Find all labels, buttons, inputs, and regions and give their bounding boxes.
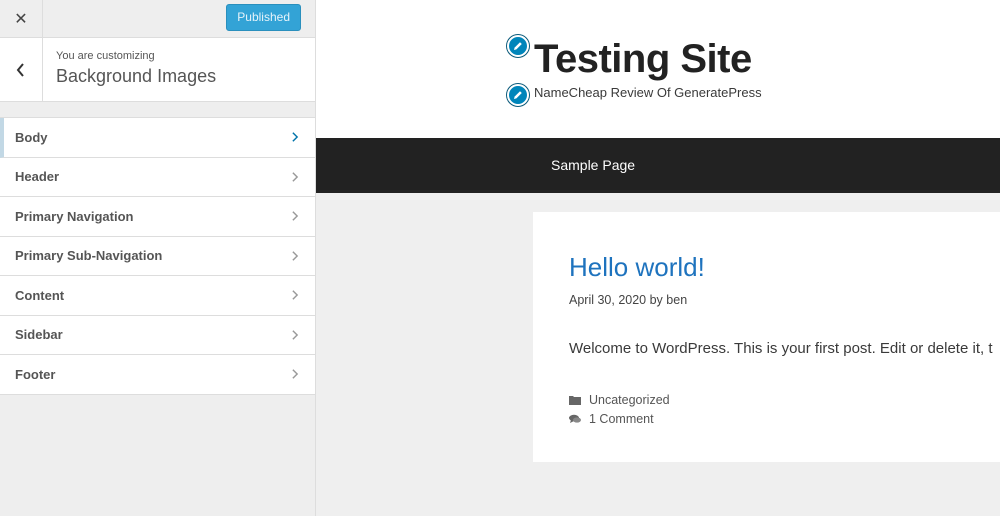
back-button[interactable] (0, 38, 43, 101)
menu-item-label: Primary Navigation (15, 208, 134, 224)
post-article: Hello world! April 30, 2020 by ben Welco… (533, 212, 1000, 462)
menu-item-label: Footer (15, 366, 56, 382)
section-title: Background Images (56, 66, 217, 86)
site-title[interactable]: Testing Site (534, 37, 752, 82)
post-category: Uncategorized (569, 393, 977, 407)
menu-item-label: Primary Sub-Navigation (15, 248, 163, 264)
menu-item-primary-navigation[interactable]: Primary Navigation (0, 197, 315, 237)
post-title[interactable]: Hello world! (569, 252, 977, 283)
menu-item-label: Content (15, 287, 65, 303)
chevron-right-icon (292, 290, 299, 301)
menu-item-primary-sub-navigation[interactable]: Primary Sub-Navigation (0, 236, 315, 276)
menu-item-label: Sidebar (15, 327, 63, 343)
comments-link[interactable]: 1 Comment (589, 412, 654, 426)
site-tagline: NameCheap Review Of GeneratePress (534, 85, 762, 100)
chevron-right-icon (292, 171, 299, 182)
chevron-right-icon (292, 132, 299, 143)
customizer-sidebar: ✕ Published You are customizing Backgrou… (0, 0, 316, 516)
menu-item-content[interactable]: Content (0, 276, 315, 316)
pencil-icon (514, 42, 522, 50)
pencil-icon (514, 91, 522, 99)
section-menu: Body Header Primary Navigation Primary S… (0, 117, 315, 395)
nav-link-sample-page[interactable]: Sample Page (551, 157, 635, 173)
site-header: Testing Site NameCheap Review Of Generat… (316, 0, 1000, 138)
chevron-right-icon (292, 211, 299, 222)
category-link[interactable]: Uncategorized (589, 393, 670, 407)
chevron-right-icon (292, 250, 299, 261)
menu-item-label: Header (15, 169, 60, 185)
customizer-header: ✕ Published (0, 0, 315, 38)
menu-item-body[interactable]: Body (0, 118, 315, 158)
section-header: You are customizing Background Images (0, 38, 315, 102)
post-meta: April 30, 2020 by ben (569, 293, 688, 307)
comments-icon (569, 414, 581, 423)
primary-navigation: Sample Page (316, 138, 1000, 193)
menu-item-sidebar[interactable]: Sidebar (0, 315, 315, 355)
publish-button[interactable]: Published (226, 4, 301, 31)
menu-item-footer[interactable]: Footer (0, 355, 315, 395)
chevron-left-icon (16, 62, 24, 77)
close-button[interactable]: ✕ (0, 0, 43, 37)
chevron-right-icon (292, 369, 299, 380)
edit-tagline-button[interactable] (507, 84, 529, 106)
site-preview: Testing Site NameCheap Review Of Generat… (316, 0, 1000, 516)
post-body: Welcome to WordPress. This is your first… (569, 340, 993, 357)
edit-title-button[interactable] (507, 35, 529, 57)
post-comments: 1 Comment (569, 412, 977, 426)
customizing-label: You are customizing (56, 50, 155, 62)
menu-item-header[interactable]: Header (0, 157, 315, 197)
chevron-right-icon (292, 329, 299, 340)
folder-icon (569, 396, 581, 405)
menu-item-label: Body (15, 129, 48, 145)
close-icon: ✕ (14, 10, 28, 28)
